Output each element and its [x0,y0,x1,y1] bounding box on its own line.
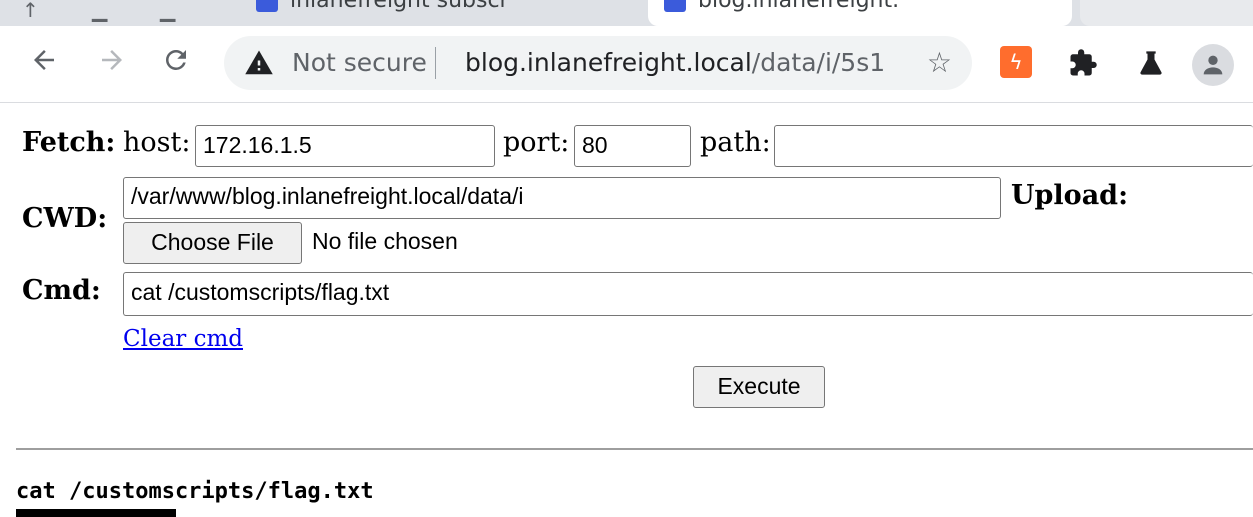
output-command-echo: cat /customscripts/flag.txt [16,479,374,504]
tab-active[interactable]: blog.inlanefreight. [648,0,1072,26]
cwd-label: CWD: [22,203,108,234]
file-status: No file chosen [312,228,458,254]
host-input[interactable]: 172.16.1.5 [195,125,495,167]
flask-icon[interactable] [1134,46,1168,80]
tab-minimize-icon[interactable]: ▁ [92,0,107,22]
fetch-label: Fetch: [22,127,116,158]
execute-button[interactable]: Execute [693,366,825,408]
forward-arrow-icon[interactable] [94,42,130,78]
star-icon[interactable]: ☆ [927,46,952,79]
tab-favicon-icon [664,0,686,12]
browser-toolbar: Not secure blog.inlanefreight.local/data… [0,26,1253,103]
tab-title: inlanefreight subscr [290,0,509,13]
cwd-input[interactable]: /var/www/blog.inlanefreight.local/data/i [123,177,1001,219]
browser-window: ↑ ▁ ▁ inlanefreight subscr blog.inlanefr… [0,0,1253,517]
output-clipped-line [16,509,176,517]
web-shell-page: Fetch: host: 172.16.1.5 port: 80 path: C… [0,103,1253,517]
tab-inactive[interactable]: inlanefreight subscr [240,0,620,26]
url-path: /data/i/5s1 [751,48,886,77]
clear-cmd-link[interactable]: Clear cmd [123,326,243,352]
port-input[interactable]: 80 [574,125,691,167]
warning-icon[interactable] [244,48,274,78]
profile-icon[interactable] [1192,44,1234,86]
host-label: host: [123,127,191,158]
path-label: path: [700,127,771,158]
extension-icon[interactable]: ϟ [1000,46,1032,78]
output-divider [16,448,1253,450]
tab-restore-icon[interactable]: ▁ [160,0,175,22]
tab-favicon-icon [256,0,278,12]
security-label[interactable]: Not secure [292,48,427,77]
upload-label: Upload: [1011,180,1129,211]
puzzle-icon[interactable] [1066,46,1100,80]
omnibox-divider [435,47,436,79]
reload-icon[interactable] [158,42,194,78]
tab-title: blog.inlanefreight. [698,0,900,13]
back-arrow-icon[interactable] [26,42,62,78]
cmd-label: Cmd: [22,275,101,306]
tab-scroll-icon[interactable]: ↑ [22,0,39,22]
choose-file-button[interactable]: Choose File [123,222,302,264]
url-text[interactable]: blog.inlanefreight.local/data/i/5s1 [465,48,905,77]
tab-strip: ↑ ▁ ▁ inlanefreight subscr blog.inlanefr… [0,0,1253,26]
port-label: port: [503,127,570,158]
url-host: blog.inlanefreight.local [465,48,752,77]
tab-new-region[interactable] [1080,0,1253,26]
cmd-input[interactable]: cat /customscripts/flag.txt [123,272,1253,316]
address-bar[interactable]: Not secure blog.inlanefreight.local/data… [224,36,972,90]
path-input[interactable] [774,125,1253,167]
